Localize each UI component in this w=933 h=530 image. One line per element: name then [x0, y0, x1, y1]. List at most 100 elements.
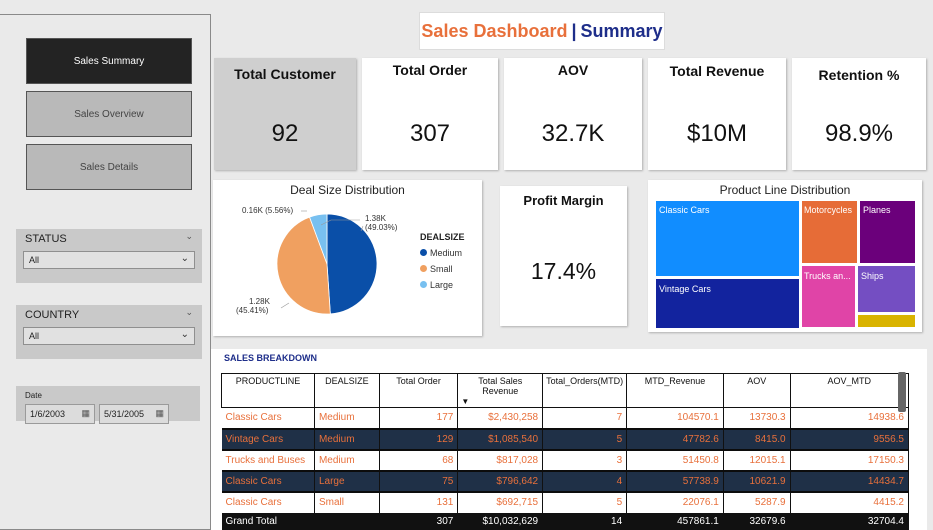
treemap-tile-motorcycles[interactable]: Motorcycles: [801, 200, 858, 264]
page-title-sub: Summary: [580, 20, 663, 41]
nav-sales-details-button[interactable]: Sales Details: [26, 144, 192, 190]
pie-label-large-pct: (5.56%): [265, 206, 294, 215]
chevron-down-icon: ⌄: [180, 329, 189, 340]
table-cell: 14434.7: [790, 469, 910, 493]
table-title: SALES BREAKDOWN: [224, 353, 318, 363]
pie-label-small-value: 1.28K: [249, 297, 270, 306]
legend-title: DEALSIZE: [420, 232, 465, 242]
kpi-total-order: Total Order 307: [362, 58, 498, 170]
start-date-value: 1/6/2003: [30, 409, 66, 419]
treemap-tile-planes[interactable]: Planes: [859, 200, 916, 264]
table-cell: 51450.8: [626, 449, 724, 471]
table-cell: $10,032,629: [457, 512, 544, 530]
table-cell: $817,028: [457, 449, 544, 471]
legend-label: Small: [430, 264, 453, 274]
table-cell: 17150.3: [790, 449, 910, 471]
pie-label-medium: 1.38K (49.03%): [365, 214, 397, 232]
table-cell: $1,085,540: [457, 427, 544, 451]
table-row[interactable]: Vintage Cars Medium 129 $1,085,540 5 477…: [221, 427, 910, 451]
treemap-label: Ships: [861, 271, 884, 281]
treemap-tile-vintage-cars[interactable]: Vintage Cars: [655, 278, 800, 329]
table-cell: 4415.2: [790, 491, 910, 513]
chevron-down-icon[interactable]: ⌄: [185, 231, 193, 242]
kpi-retention: Retention % 98.9%: [792, 58, 926, 170]
table-cell: Grand Total: [221, 512, 315, 530]
treemap-tile-ships[interactable]: Ships: [857, 265, 916, 313]
table-row[interactable]: Classic Cars Medium 177 $2,430,258 7 104…: [221, 407, 910, 429]
legend-label: Medium: [430, 248, 463, 258]
treemap-label: Classic Cars: [659, 205, 710, 215]
legend: Medium Small Large: [420, 248, 462, 290]
table-cell: 12015.1: [723, 449, 791, 471]
table-scrollbar[interactable]: [898, 372, 906, 412]
table-cell: 307: [379, 512, 459, 530]
table-cell: 32679.6: [723, 512, 791, 530]
page-title: Sales Dashboard | Summary: [419, 12, 665, 50]
column-header[interactable]: Total_Orders(MTD): [542, 373, 628, 408]
table-cell: 131: [379, 491, 459, 513]
pie-label-large-value: 0.16K: [242, 206, 263, 215]
nav-sales-summary-button[interactable]: Sales Summary: [26, 38, 192, 84]
country-slicer: COUNTRY ⌄ All ⌄: [16, 305, 202, 359]
chart-title: Product Line Distribution: [719, 183, 851, 197]
table-row[interactable]: Classic Cars Large 75 $796,642 4 57738.9…: [221, 469, 910, 493]
kpi-label: Total Revenue: [669, 63, 765, 79]
table-cell: Trucks and Buses: [221, 449, 315, 471]
sales-breakdown-panel: SALES BREAKDOWN PRODUCTLINE DEALSIZE Tot…: [211, 349, 927, 530]
column-header[interactable]: DEALSIZE: [313, 373, 380, 408]
table-cell: Classic Cars: [221, 491, 315, 513]
calendar-icon[interactable]: ▦: [155, 408, 164, 419]
start-date-field[interactable]: 1/6/2003 ▦: [25, 404, 95, 424]
treemap-label: Vintage Cars: [659, 284, 711, 294]
kpi-label: Total Order: [392, 62, 468, 78]
treemap-tile-trucks[interactable]: Trucks an...: [801, 265, 856, 328]
treemap-label: Planes: [863, 205, 891, 215]
column-header[interactable]: Total Order: [378, 373, 459, 408]
nav-sales-overview-button[interactable]: Sales Overview: [26, 91, 192, 137]
column-header-sorted[interactable]: Total Sales Revenue ▼: [457, 373, 544, 408]
table-row[interactable]: Classic Cars Small 131 $692,715 5 22076.…: [221, 491, 910, 513]
column-header[interactable]: AOV: [722, 373, 791, 408]
column-header[interactable]: AOV_MTD: [789, 373, 910, 408]
pie-label-medium-pct: (49.03%): [365, 223, 398, 232]
table-cell: [314, 512, 380, 530]
table-cell: 13730.3: [723, 407, 791, 429]
kpi-total-revenue: Total Revenue $10M: [648, 58, 786, 170]
page-title-main: Sales Dashboard: [421, 20, 568, 41]
country-dropdown[interactable]: All ⌄: [23, 327, 195, 345]
product-line-chart: Product Line Distribution Classic Cars V…: [648, 180, 922, 332]
chevron-down-icon[interactable]: ⌄: [185, 307, 193, 318]
kpi-aov: AOV 32.7K: [504, 58, 642, 170]
table-cell: 22076.1: [626, 491, 724, 513]
table-cell: 57738.9: [626, 469, 724, 493]
kpi-label: AOV: [557, 62, 589, 78]
legend-label: Large: [430, 280, 454, 290]
legend-item-medium[interactable]: Medium: [420, 248, 462, 258]
table-cell: Large: [314, 469, 380, 493]
sales-breakdown-table: PRODUCTLINE DEALSIZE Total Order Total S…: [221, 373, 910, 530]
table-cell: 3: [542, 449, 628, 471]
end-date-field[interactable]: 5/31/2005 ▦: [99, 404, 169, 424]
treemap-tile-classic-cars[interactable]: Classic Cars: [655, 200, 800, 277]
pie-label-small: 1.28K (45.41%): [236, 297, 270, 315]
end-date-value: 5/31/2005: [104, 409, 145, 419]
table-cell: 14938.6: [790, 407, 910, 429]
table-cell: Classic Cars: [221, 469, 315, 493]
column-header[interactable]: PRODUCTLINE: [221, 373, 315, 408]
leader-line: [280, 302, 290, 309]
legend-item-small[interactable]: Small: [420, 264, 462, 274]
treemap-label: Motorcycles: [804, 205, 853, 215]
column-header[interactable]: MTD_Revenue: [626, 373, 724, 408]
kpi-value: $10M: [686, 120, 748, 147]
status-dropdown[interactable]: All ⌄: [23, 251, 195, 269]
calendar-icon[interactable]: ▦: [81, 408, 90, 419]
table-cell: $796,642: [457, 469, 544, 493]
kpi-value: 307: [409, 120, 451, 147]
kpi-label: Total Customer: [234, 66, 336, 82]
table-cell: 14: [542, 512, 628, 530]
table-total-row: Grand Total 307 $10,032,629 14 457861.1 …: [221, 512, 910, 530]
legend-item-large[interactable]: Large: [420, 280, 462, 290]
table-cell: 32704.4: [790, 512, 910, 530]
table-row[interactable]: Trucks and Buses Medium 68 $817,028 3 51…: [221, 449, 910, 471]
treemap-tile-other[interactable]: [857, 314, 916, 328]
